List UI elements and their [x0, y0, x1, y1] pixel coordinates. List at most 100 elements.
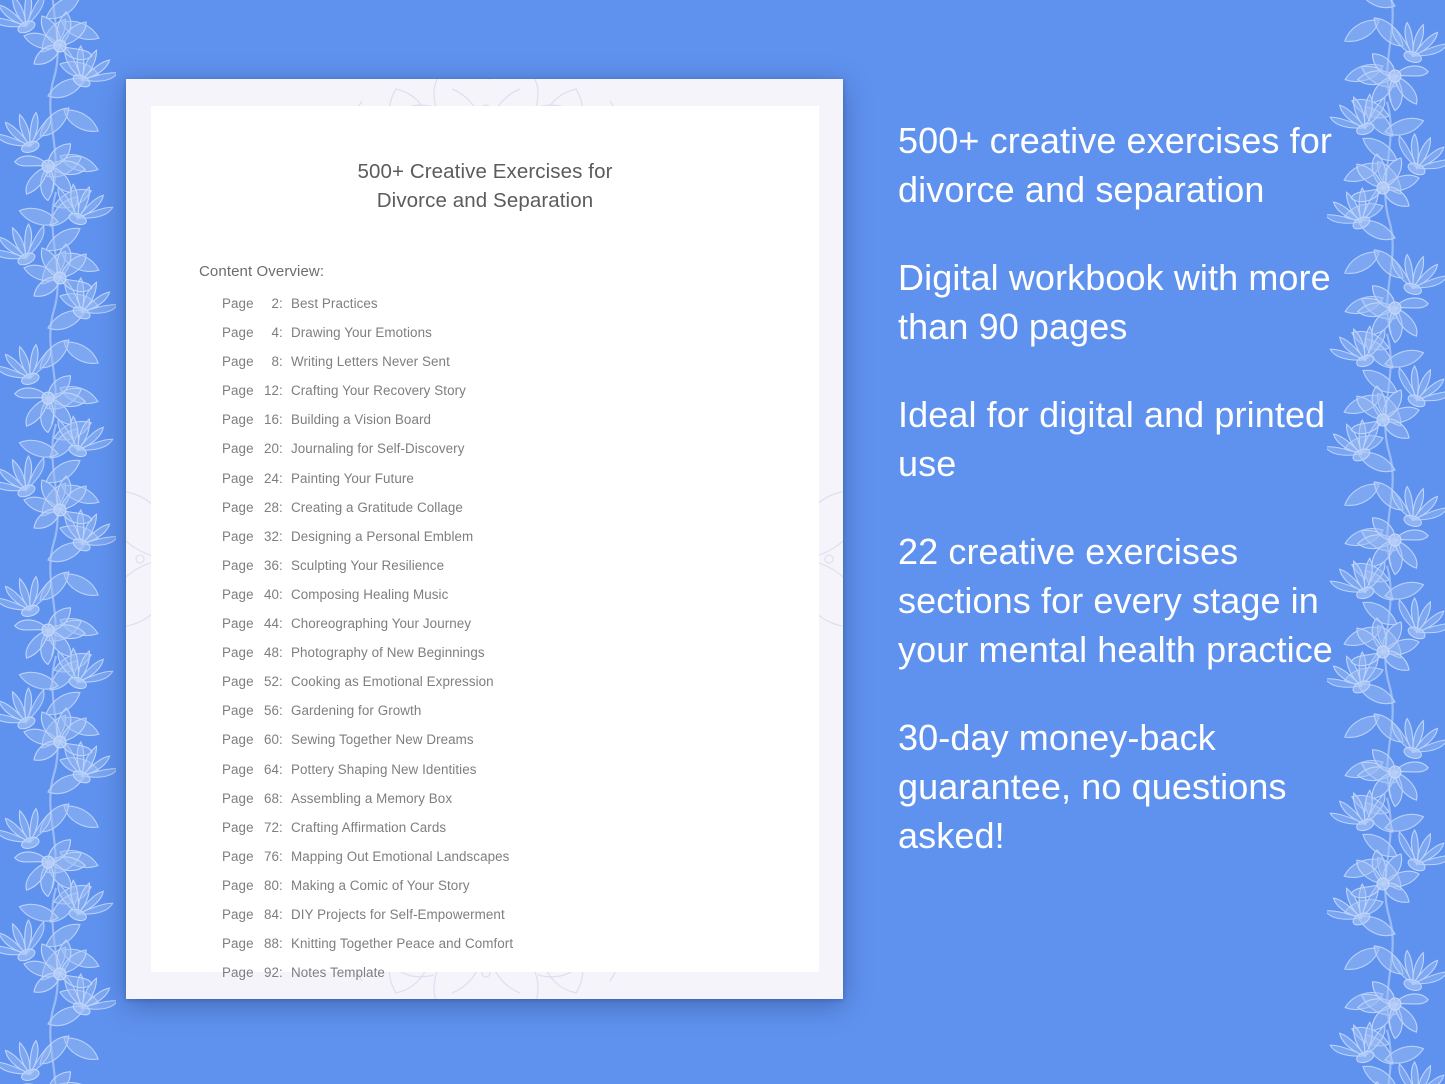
toc-entry-title: Painting Your Future	[291, 470, 414, 486]
toc-page-number: 48	[263, 645, 279, 661]
toc-page-word: Page	[222, 296, 254, 311]
table-of-contents-list: Page 2: Best Practices Page 4: Drawing Your E…	[151, 296, 819, 994]
toc-page-word: Page	[222, 674, 254, 690]
feature-text: 30-day money-back guarantee, no question…	[898, 717, 1287, 856]
toc-colon: :	[279, 499, 283, 515]
toc-entry-title: Drawing Your Emotions	[291, 325, 432, 341]
toc-entry: Page 36: Sculpting Your Resilience	[222, 558, 819, 587]
toc-colon: :	[279, 383, 283, 399]
toc-entry-title: Pottery Shaping New Identities	[291, 761, 477, 777]
toc-page-number: 92	[263, 965, 279, 981]
feature-text: Ideal for digital and printed use	[898, 394, 1326, 484]
feature-text: Digital workbook with more than 90 pages	[898, 257, 1331, 347]
toc-colon: :	[279, 703, 283, 719]
toc-colon: :	[279, 528, 283, 544]
toc-page-number: 24	[263, 470, 279, 486]
toc-entry-title: Mapping Out Emotional Landscapes	[291, 848, 510, 864]
toc-entry: Page 76: Mapping Out Emotional Landscapes	[222, 849, 819, 878]
toc-page-word: Page	[222, 616, 254, 632]
toc-page-word: Page	[222, 819, 254, 835]
toc-entry: Page 80: Making a Comic of Your Story	[222, 878, 819, 907]
toc-page-word: Page	[222, 877, 254, 893]
toc-entry-title: Photography of New Beginnings	[291, 645, 485, 661]
toc-page-word: Page	[222, 586, 254, 602]
toc-colon: :	[279, 936, 283, 952]
toc-page-number: 16	[263, 412, 279, 428]
toc-page-number: 72	[263, 819, 279, 835]
toc-entry-title: Composing Healing Music	[291, 586, 449, 602]
toc-entry-title: Building a Vision Board	[291, 412, 432, 428]
toc-page-number: 60	[263, 732, 279, 748]
toc-page-word: Page	[222, 441, 254, 457]
toc-page-number: 40	[263, 586, 279, 602]
toc-entry: Page 40: Composing Healing Music	[222, 587, 819, 616]
toc-colon: :	[279, 906, 283, 922]
feature-text: 500+ creative exercises for divorce and …	[898, 120, 1332, 210]
toc-entry: Page 92: Notes Template	[222, 965, 819, 994]
toc-page-word: Page	[222, 325, 254, 341]
toc-page-number: 12	[263, 383, 279, 399]
toc-colon: :	[279, 645, 283, 661]
toc-entry-title: Sewing Together New Dreams	[291, 732, 474, 748]
toc-entry: Page 48: Photography of New Beginnings	[222, 645, 819, 674]
feature-list: 500+ creative exercises for divorce and …	[898, 116, 1368, 860]
toc-page-number: 76	[263, 848, 279, 864]
toc-entry: Page 68: Assembling a Memory Box	[222, 791, 819, 820]
document-page: 500+ Creative Exercises for Divorce and …	[151, 106, 819, 980]
toc-entry-title: Notes Template	[291, 965, 385, 981]
toc-entry-title: Assembling a Memory Box	[291, 790, 453, 806]
toc-entry: Page 8: Writing Letters Never Sent	[222, 354, 819, 383]
document-card: 500+ Creative Exercises for Divorce and …	[126, 79, 843, 999]
toc-page-number: 64	[263, 761, 279, 777]
toc-page-word: Page	[222, 528, 254, 544]
toc-entry: Page 60: Sewing Together New Dreams	[222, 732, 819, 761]
toc-page-word: Page	[222, 732, 254, 748]
toc-entry-title: Writing Letters Never Sent	[291, 354, 450, 370]
toc-colon: :	[279, 412, 283, 428]
toc-page-number: 84	[263, 906, 279, 922]
toc-colon: :	[279, 586, 283, 602]
toc-entry: Page 20: Journaling for Self-Discovery	[222, 441, 819, 470]
toc-page-number: 44	[263, 616, 279, 632]
toc-entry-title: Crafting Your Recovery Story	[291, 383, 466, 399]
toc-entry-title: Best Practices	[291, 296, 378, 311]
toc-entry-title: Knitting Together Peace and Comfort	[291, 936, 514, 952]
feature-text: 22 creative exercises sections for every…	[898, 531, 1333, 670]
toc-entry-title: Cooking as Emotional Expression	[291, 674, 494, 690]
content-overview-label: Content Overview:	[199, 263, 325, 280]
toc-page-number: 8	[271, 354, 279, 370]
toc-page-number: 68	[263, 790, 279, 806]
toc-entry-title: Making a Comic of Your Story	[291, 877, 470, 893]
toc-page-word: Page	[222, 383, 254, 399]
toc-entry: Page 32: Designing a Personal Emblem	[222, 529, 819, 558]
toc-colon: :	[279, 790, 283, 806]
toc-page-number: 36	[263, 557, 279, 573]
toc-page-word: Page	[222, 557, 254, 573]
toc-entry: Page 84: DIY Projects for Self-Empowerment	[222, 907, 819, 936]
floral-vine-border-left	[0, 0, 116, 1084]
toc-entry-title: Designing a Personal Emblem	[291, 528, 474, 544]
toc-page-number: 80	[263, 877, 279, 893]
page-title: 500+ Creative Exercises for Divorce and …	[357, 160, 613, 212]
toc-colon: :	[279, 877, 283, 893]
toc-page-number: 20	[263, 441, 279, 457]
toc-colon: :	[279, 325, 283, 341]
toc-page-word: Page	[222, 470, 254, 486]
toc-page-number: 56	[263, 703, 279, 719]
toc-colon: :	[279, 732, 283, 748]
toc-page-word: Page	[222, 645, 254, 661]
toc-page-word: Page	[222, 499, 254, 515]
toc-entry-title: DIY Projects for Self-Empowerment	[291, 906, 505, 922]
toc-colon: :	[279, 354, 283, 370]
toc-colon: :	[279, 296, 283, 311]
toc-page-word: Page	[222, 906, 254, 922]
toc-page-word: Page	[222, 848, 254, 864]
toc-entry-title: Gardening for Growth	[291, 703, 422, 719]
toc-colon: :	[279, 819, 283, 835]
toc-page-number: 32	[263, 528, 279, 544]
toc-entry-title: Creating a Gratitude Collage	[291, 499, 463, 515]
toc-entry: Page 88: Knitting Together Peace and Comfo…	[222, 936, 819, 965]
toc-entry: Page 44: Choreographing Your Journey	[222, 616, 819, 645]
toc-colon: :	[279, 761, 283, 777]
toc-entry: Page 24: Painting Your Future	[222, 471, 819, 500]
